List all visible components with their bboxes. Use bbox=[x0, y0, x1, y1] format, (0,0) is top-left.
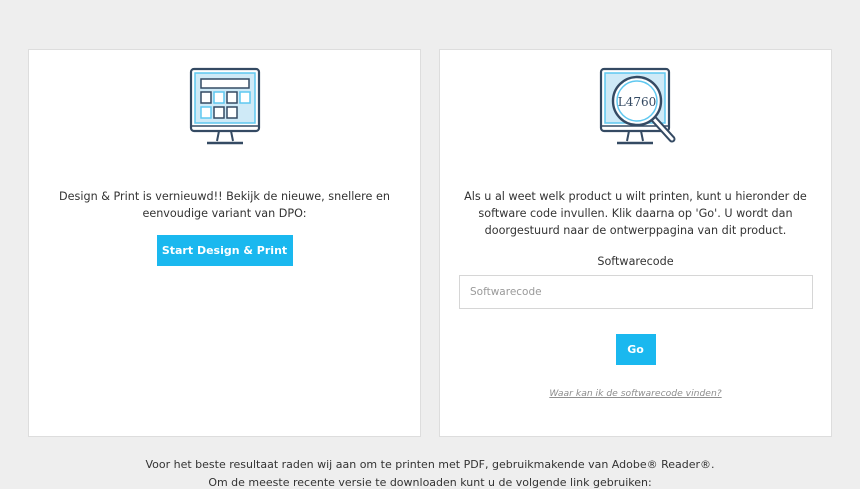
design-print-description: Design & Print is vernieuwd!! Bekijk de … bbox=[59, 190, 390, 220]
footer-download-advice: Om de meeste recente versie te downloade… bbox=[208, 476, 652, 489]
design-print-card: Design & Print is vernieuwd!! Bekijk de … bbox=[28, 49, 421, 437]
monitor-magnifier-icon: L4760 bbox=[581, 67, 691, 163]
start-design-print-button[interactable]: Start Design & Print bbox=[156, 235, 293, 266]
software-code-input[interactable] bbox=[459, 275, 813, 309]
monitor-layout-icon bbox=[177, 67, 273, 161]
go-button[interactable]: Go bbox=[615, 334, 656, 365]
software-code-description: Als u al weet welk product u wilt printe… bbox=[464, 190, 807, 237]
illustration-code-text: L4760 bbox=[617, 95, 656, 109]
software-code-label: Softwarecode bbox=[597, 255, 674, 268]
software-code-card: L4760 Als u al weet welk product u wilt … bbox=[439, 49, 832, 437]
software-code-help-link[interactable]: Waar kan ik de softwarecode vinden? bbox=[440, 388, 831, 399]
footer-pdf-advice: Voor het beste resultaat raden wij aan o… bbox=[145, 458, 715, 471]
